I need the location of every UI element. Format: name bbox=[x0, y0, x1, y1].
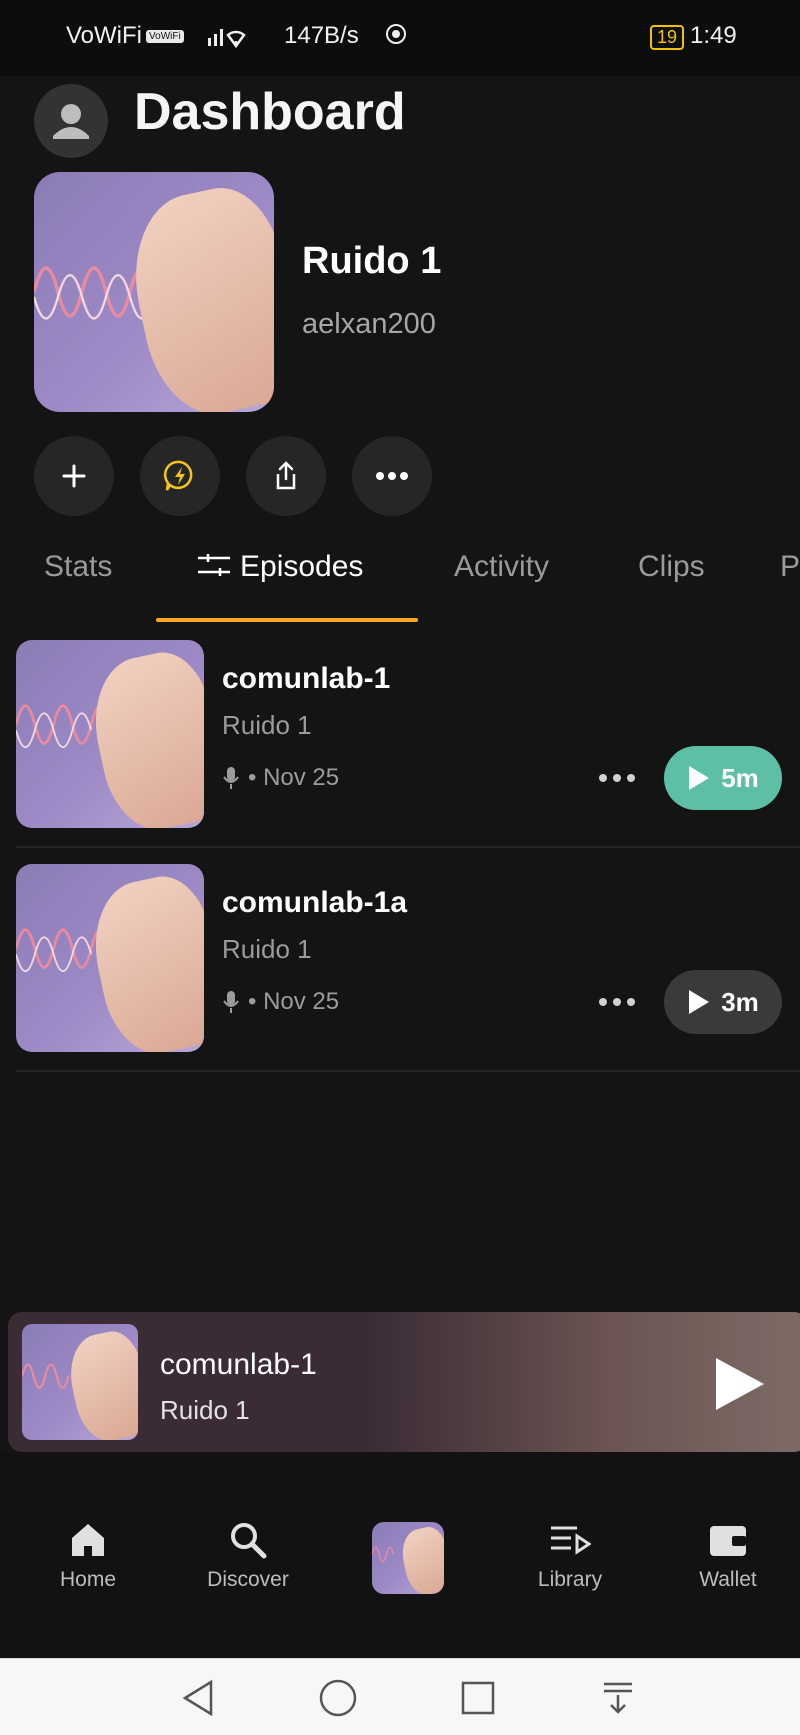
add-button[interactable] bbox=[34, 436, 114, 516]
episode-show-name: Ruido 1 bbox=[222, 710, 312, 740]
episode-more-button[interactable] bbox=[592, 758, 642, 798]
recording-icon bbox=[384, 22, 408, 53]
avatar[interactable] bbox=[34, 84, 108, 158]
boost-button[interactable] bbox=[140, 436, 220, 516]
episode-more-button[interactable] bbox=[592, 982, 642, 1022]
more-button[interactable] bbox=[352, 436, 432, 516]
vowifi-badge: VoWiFi bbox=[146, 30, 184, 44]
nav-wallet[interactable]: Wallet bbox=[668, 1518, 788, 1592]
more-dots-icon bbox=[599, 774, 635, 782]
more-dots-icon bbox=[599, 998, 635, 1006]
episode-cover-art[interactable] bbox=[16, 864, 204, 1052]
system-navigation-bar bbox=[0, 1658, 800, 1735]
back-triangle-icon bbox=[182, 1679, 213, 1717]
page-title: Dashboard bbox=[134, 83, 406, 141]
episode-date: • Nov 25 bbox=[248, 764, 340, 791]
search-icon bbox=[231, 1523, 267, 1559]
nav-library-label: Library bbox=[537, 1568, 603, 1591]
tab-stats[interactable]: Stats bbox=[44, 550, 112, 584]
home-circle-icon bbox=[319, 1679, 357, 1717]
now-playing-show: Ruido 1 bbox=[160, 1395, 250, 1425]
now-playing-title: comunlab-1 bbox=[160, 1348, 317, 1381]
nav-library[interactable]: Library bbox=[510, 1518, 630, 1592]
status-bar: VoWiFi VoWiFi 147B/s 19 1:49 bbox=[0, 0, 800, 76]
nav-now-playing-cover[interactable] bbox=[372, 1522, 444, 1594]
network-speed: 147B/s bbox=[284, 22, 359, 49]
carrier-text: VoWiFi bbox=[66, 22, 143, 49]
nav-discover-label: Discover bbox=[207, 1568, 289, 1591]
divider bbox=[16, 846, 800, 848]
episode-duration: 5m bbox=[721, 762, 759, 793]
now-playing-play-button[interactable] bbox=[706, 1352, 770, 1416]
user-icon bbox=[53, 104, 89, 139]
system-home-button[interactable] bbox=[316, 1676, 360, 1720]
play-icon bbox=[716, 1358, 764, 1410]
nav-wallet-label: Wallet bbox=[699, 1568, 757, 1591]
episode-cover-art[interactable] bbox=[16, 640, 204, 828]
nav-discover[interactable]: Discover bbox=[188, 1518, 308, 1592]
wallet-icon bbox=[710, 1526, 746, 1556]
battery-icon: 19 bbox=[650, 25, 685, 50]
tab-episodes[interactable]: Episodes bbox=[196, 550, 363, 584]
system-recents-button[interactable] bbox=[456, 1676, 500, 1720]
episode-meta: • Nov 25 bbox=[222, 764, 339, 792]
tab-activity[interactable]: Activity bbox=[454, 550, 549, 584]
microphone-icon bbox=[223, 991, 239, 1013]
system-notification-button[interactable] bbox=[596, 1676, 640, 1720]
tab-episodes-label: Episodes bbox=[240, 550, 364, 583]
play-icon bbox=[689, 766, 710, 790]
episode-title[interactable]: comunlab-1 bbox=[222, 662, 390, 696]
episode-show-name: Ruido 1 bbox=[222, 934, 312, 964]
episode-play-button[interactable]: 5m bbox=[664, 746, 782, 810]
system-back-button[interactable] bbox=[176, 1676, 220, 1720]
signal-icon bbox=[206, 22, 266, 55]
plus-icon bbox=[62, 464, 86, 488]
share-icon bbox=[276, 461, 296, 490]
episode-play-button[interactable]: 3m bbox=[664, 970, 782, 1034]
lightning-chat-icon bbox=[163, 460, 193, 491]
tab-partial[interactable]: P bbox=[780, 550, 800, 584]
library-icon bbox=[551, 1526, 591, 1555]
more-dots-icon bbox=[376, 472, 408, 480]
carrier-label: VoWiFi VoWiFi bbox=[66, 22, 184, 50]
episode-duration: 3m bbox=[721, 986, 759, 1017]
nav-home-label: Home bbox=[59, 1568, 117, 1591]
divider bbox=[16, 1070, 800, 1072]
show-cover-art bbox=[34, 172, 274, 412]
clock: 1:49 bbox=[690, 22, 737, 49]
show-author[interactable]: aelxan200 bbox=[302, 308, 436, 341]
battery-indicator: 19 1:49 bbox=[650, 22, 737, 50]
tab-indicator bbox=[156, 618, 418, 622]
pull-down-icon bbox=[604, 1682, 632, 1714]
microphone-icon bbox=[223, 767, 239, 789]
nav-home[interactable]: Home bbox=[28, 1518, 148, 1592]
home-icon bbox=[72, 1524, 104, 1556]
play-icon bbox=[689, 990, 710, 1014]
share-button[interactable] bbox=[246, 436, 326, 516]
tab-clips[interactable]: Clips bbox=[638, 550, 705, 584]
filter-icon bbox=[198, 554, 230, 576]
now-playing-cover-art bbox=[22, 1324, 138, 1440]
episode-title[interactable]: comunlab-1a bbox=[222, 886, 407, 920]
episode-date: • Nov 25 bbox=[248, 988, 340, 1015]
episode-meta: • Nov 25 bbox=[222, 988, 339, 1016]
recents-square-icon bbox=[461, 1681, 495, 1715]
show-title: Ruido 1 bbox=[302, 240, 442, 282]
